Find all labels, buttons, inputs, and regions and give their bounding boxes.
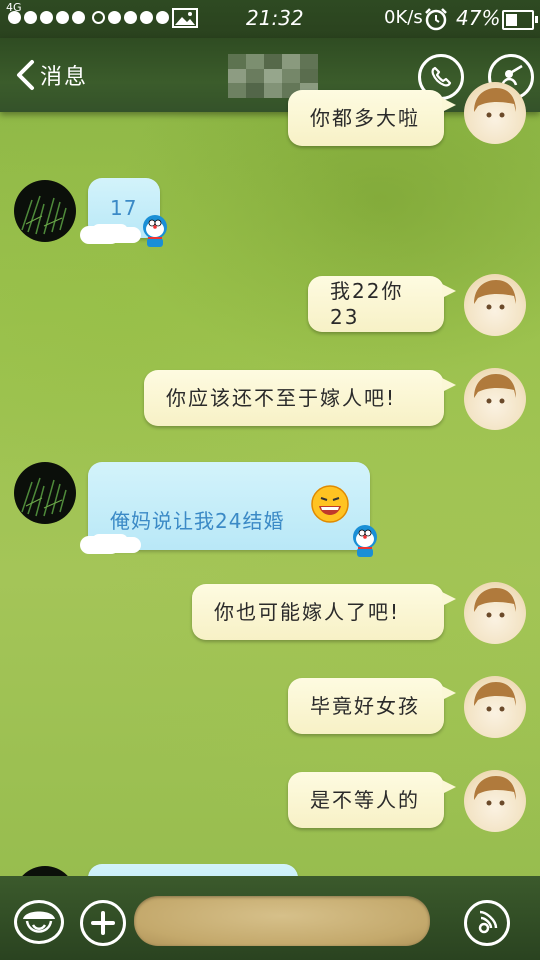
my-avatar[interactable]: [464, 676, 526, 738]
voice-icon: [478, 910, 498, 934]
grass-avatar-icon: [21, 477, 67, 517]
girl-avatar-icon: [474, 682, 516, 712]
message-text: 是不等人的: [310, 788, 420, 812]
message-row: 是不等人的: [0, 770, 540, 836]
grin-emoji-icon: [311, 485, 349, 523]
message-bubble-outgoing[interactable]: 毕竟好女孩: [288, 678, 456, 734]
doraemon-icon: [143, 215, 167, 247]
my-avatar[interactable]: [464, 274, 526, 336]
contact-avatar[interactable]: [14, 462, 76, 524]
message-row: 俺妈说让我24结婚: [0, 462, 540, 562]
battery-fill: [506, 14, 517, 26]
input-bar: [0, 876, 540, 960]
girl-avatar-icon: [474, 588, 516, 618]
signal-icon-sim2: [92, 11, 169, 25]
message-text: 我22你23: [330, 279, 404, 329]
cloud-decoration: [80, 226, 120, 244]
message-bubble-outgoing[interactable]: 我22你23: [308, 276, 456, 332]
plus-icon: [91, 911, 115, 935]
status-bar: 4G 21:32 0K/s 47%: [0, 0, 540, 38]
message-bubble-incoming[interactable]: 俺妈说让我24结婚: [88, 462, 370, 550]
add-button[interactable]: [80, 900, 126, 946]
message-text: 你都多大啦: [310, 106, 420, 130]
grass-avatar-icon: [21, 195, 67, 235]
girl-avatar-icon: [474, 374, 516, 404]
message-text: 你也可能嫁人了吧!: [214, 600, 401, 624]
battery-percent: 47%: [456, 6, 501, 30]
signal-icon: [8, 11, 85, 25]
clock: 21:32: [246, 6, 304, 30]
my-avatar[interactable]: [464, 770, 526, 832]
cloud-decoration: [80, 536, 120, 554]
emoji-button[interactable]: [14, 900, 64, 944]
network-speed: 0K/s: [384, 7, 423, 28]
message-row: 你应该还不至于嫁人吧!: [0, 368, 540, 434]
my-avatar[interactable]: [464, 368, 526, 430]
message-row: 我22你23: [0, 274, 540, 340]
message-text: 17: [110, 196, 138, 220]
message-row: 你都多大啦: [0, 82, 540, 152]
girl-avatar-icon: [474, 776, 516, 806]
message-row: 17: [0, 178, 540, 254]
battery-icon: [502, 10, 538, 30]
doraemon-icon: [353, 525, 377, 557]
message-bubble-outgoing[interactable]: 你应该还不至于嫁人吧!: [144, 370, 456, 426]
my-avatar[interactable]: [464, 582, 526, 644]
alarm-icon: [425, 8, 447, 31]
girl-avatar-icon: [474, 280, 516, 310]
voice-button[interactable]: [464, 900, 510, 946]
contact-avatar[interactable]: [14, 180, 76, 242]
message-row: 你也可能嫁人了吧!: [0, 582, 540, 648]
message-bubble-outgoing[interactable]: 你也可能嫁人了吧!: [192, 584, 456, 640]
my-avatar[interactable]: [464, 82, 526, 144]
message-row: 毕竟好女孩: [0, 676, 540, 742]
girl-avatar-icon: [474, 88, 516, 118]
emoji-icon: [23, 911, 55, 933]
message-text: 俺妈说让我24结婚: [110, 509, 285, 533]
image-notification-icon: [172, 8, 198, 28]
message-bubble-outgoing[interactable]: 是不等人的: [288, 772, 456, 828]
message-input[interactable]: [134, 896, 430, 946]
message-text: 毕竟好女孩: [310, 694, 420, 718]
message-bubble-outgoing[interactable]: 你都多大啦: [288, 90, 456, 146]
message-text: 你应该还不至于嫁人吧!: [166, 386, 397, 410]
